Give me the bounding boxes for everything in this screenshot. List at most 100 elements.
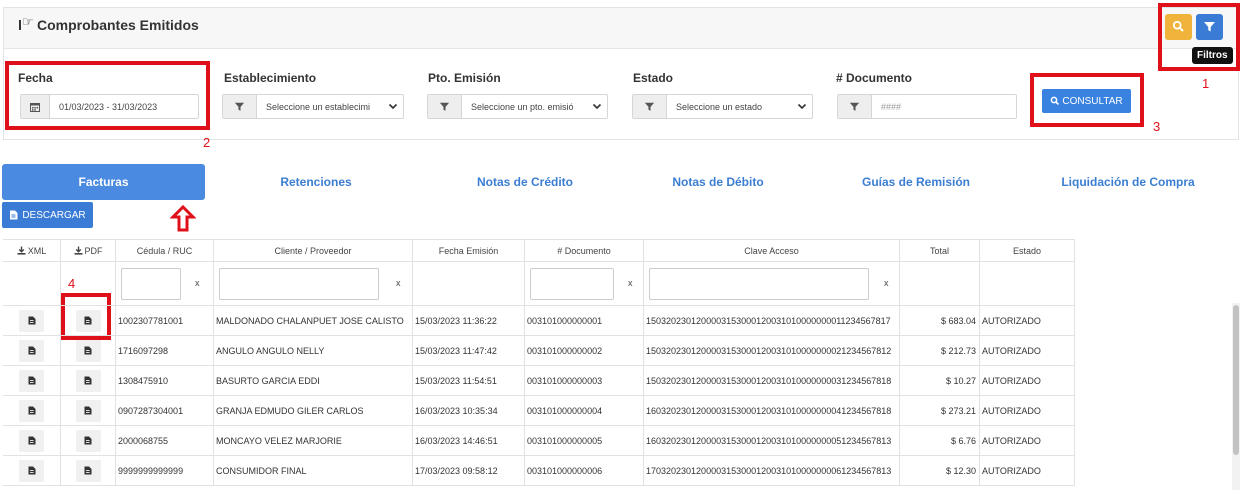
chevron-down-icon bbox=[592, 103, 602, 110]
cell-pdf bbox=[60, 366, 115, 395]
cell-clave: 1603202301200003153000120031010000000041… bbox=[643, 396, 899, 425]
cell-ruc: 1002307781001 bbox=[115, 306, 213, 335]
pto-emision-select[interactable]: Seleccione un pto. emisió bbox=[427, 94, 608, 119]
xml-download-button[interactable] bbox=[19, 369, 44, 392]
pdf-download-button[interactable] bbox=[75, 309, 101, 332]
pdf-file-icon bbox=[84, 346, 92, 355]
clave-filter-clear[interactable]: x bbox=[884, 278, 889, 288]
pdf-download-button[interactable] bbox=[75, 429, 101, 452]
filter-addon bbox=[428, 95, 462, 118]
cell-clave: 1703202301200003153000120031010000000061… bbox=[643, 456, 899, 485]
cell-fecha: 16/03/2023 14:46:51 bbox=[412, 426, 524, 455]
documento-input[interactable]: #### bbox=[837, 94, 1017, 119]
cell-total: $ 273.21 bbox=[899, 396, 979, 425]
documento-filter-clear[interactable]: x bbox=[628, 278, 633, 288]
cell-cliente: ANGULO ANGULO NELLY bbox=[213, 336, 412, 365]
cell-fecha: 15/03/2023 11:54:51 bbox=[412, 366, 524, 395]
filter-icon bbox=[644, 102, 655, 111]
cell-ruc: 2000068755 bbox=[115, 426, 213, 455]
xml-download-button[interactable] bbox=[19, 399, 44, 422]
filter-cell-clave: x bbox=[643, 262, 899, 305]
documento-filter-input[interactable] bbox=[530, 268, 614, 300]
col-pdf-label: PDF bbox=[84, 245, 103, 256]
tab-facturas[interactable]: Facturas bbox=[2, 164, 205, 200]
xml-file-icon bbox=[28, 406, 35, 415]
tab-guias-remision[interactable]: Guías de Remisión bbox=[819, 164, 1013, 200]
documento-placeholder: #### bbox=[881, 101, 902, 112]
cell-documento: 003101000000006 bbox=[524, 456, 643, 485]
pdf-download-button[interactable] bbox=[75, 369, 101, 392]
cell-total: $ 212.73 bbox=[899, 336, 979, 365]
col-cliente-proveedor: Cliente / Proveedor bbox=[213, 240, 412, 261]
scrollbar-thumb[interactable] bbox=[1233, 305, 1239, 455]
cell-pdf bbox=[60, 426, 115, 455]
ruc-filter-clear[interactable]: x bbox=[195, 278, 200, 288]
establecimiento-label: Establecimiento bbox=[224, 71, 317, 85]
ruc-filter-input[interactable] bbox=[121, 268, 181, 300]
cell-total: $ 10.27 bbox=[899, 366, 979, 395]
tab-notas-debito[interactable]: Notas de Débito bbox=[621, 164, 815, 200]
filter-cell-pdf bbox=[60, 262, 115, 305]
estado-label: Estado bbox=[633, 71, 674, 85]
xml-file-icon bbox=[28, 346, 35, 355]
estado-value: Seleccione un estado bbox=[676, 101, 763, 112]
estado-select[interactable]: Seleccione un estado bbox=[632, 94, 813, 119]
filter-cell-ruc: x bbox=[115, 262, 213, 305]
col-xml: XML bbox=[3, 240, 60, 261]
pdf-download-button[interactable] bbox=[75, 459, 101, 482]
pdf-download-button[interactable] bbox=[75, 399, 101, 422]
cell-estado: AUTORIZADO bbox=[979, 456, 1075, 485]
page-title-text: Comprobantes Emitidos bbox=[37, 17, 199, 33]
cell-pdf bbox=[60, 396, 115, 425]
xml-download-button[interactable] bbox=[19, 429, 44, 452]
descargar-button[interactable]: DESCARGAR bbox=[2, 202, 93, 228]
filter-icon bbox=[849, 102, 860, 111]
tab-retenciones[interactable]: Retenciones bbox=[219, 164, 413, 200]
filter-cell-cliente: x bbox=[213, 262, 412, 305]
table-row: 1716097298 ANGULO ANGULO NELLY 15/03/2023 … bbox=[3, 336, 1075, 366]
col-cedula-ruc: Cédula / RUC bbox=[115, 240, 213, 261]
col-pdf: PDF bbox=[60, 240, 115, 261]
cliente-filter-clear[interactable]: x bbox=[396, 278, 401, 288]
tab-liquidacion-compra[interactable]: Liquidación de Compra bbox=[1031, 164, 1225, 200]
table-row: 9999999999999 CONSUMIDOR FINAL 17/03/2023 … bbox=[3, 456, 1075, 486]
table-filter-row: x x x x bbox=[3, 262, 1075, 306]
table-row: 0907287304001 GRANJA EDMUDO GILER CARLOS 1… bbox=[3, 396, 1075, 426]
clave-filter-input[interactable] bbox=[649, 268, 869, 300]
filter-addon bbox=[633, 95, 667, 118]
cell-xml bbox=[3, 396, 60, 425]
cell-clave: 1503202301200003153000120031010000000011… bbox=[643, 306, 899, 335]
annotation-up-arrow-icon bbox=[170, 205, 196, 232]
cell-documento: 003101000000002 bbox=[524, 336, 643, 365]
filter-icon bbox=[234, 102, 245, 111]
xml-download-button[interactable] bbox=[19, 339, 44, 362]
tab-notas-credito[interactable]: Notas de Crédito bbox=[428, 164, 622, 200]
establecimiento-select[interactable]: Seleccione un establecimi bbox=[222, 94, 404, 119]
chevron-down-icon bbox=[797, 103, 807, 110]
cell-estado: AUTORIZADO bbox=[979, 366, 1075, 395]
cell-total: $ 6.76 bbox=[899, 426, 979, 455]
cell-cliente: MALDONADO CHALANPUET JOSE CALISTO bbox=[213, 306, 412, 335]
cliente-filter-input[interactable] bbox=[219, 268, 379, 300]
pointing-hand-icon bbox=[18, 15, 34, 32]
cell-xml bbox=[3, 336, 60, 365]
xml-file-icon bbox=[28, 436, 35, 445]
col-xml-label: XML bbox=[27, 245, 47, 256]
filter-cell-total bbox=[899, 262, 979, 305]
pdf-file-icon bbox=[84, 376, 92, 385]
col-clave-acceso: Clave Acceso bbox=[643, 240, 899, 261]
cell-cliente: MONCAYO VELEZ MARJORIE bbox=[213, 426, 412, 455]
annotation-box-1 bbox=[1158, 3, 1240, 71]
cell-estado: AUTORIZADO bbox=[979, 396, 1075, 425]
table-row: 1002307781001 MALDONADO CHALANPUET JOSE C… bbox=[3, 306, 1075, 336]
xml-download-button[interactable] bbox=[19, 459, 44, 482]
filter-cell-estado bbox=[979, 262, 1075, 305]
pdf-download-button[interactable] bbox=[75, 339, 101, 362]
filter-cell-xml bbox=[3, 262, 60, 305]
table-row: 1308475910 BASURTO GARCIA EDDI 15/03/2023 … bbox=[3, 366, 1075, 396]
cell-total: $ 683.04 bbox=[899, 306, 979, 335]
cell-xml bbox=[3, 306, 60, 335]
cell-estado: AUTORIZADO bbox=[979, 306, 1075, 335]
xml-download-button[interactable] bbox=[19, 309, 44, 332]
pto-emision-label: Pto. Emisión bbox=[428, 71, 501, 85]
